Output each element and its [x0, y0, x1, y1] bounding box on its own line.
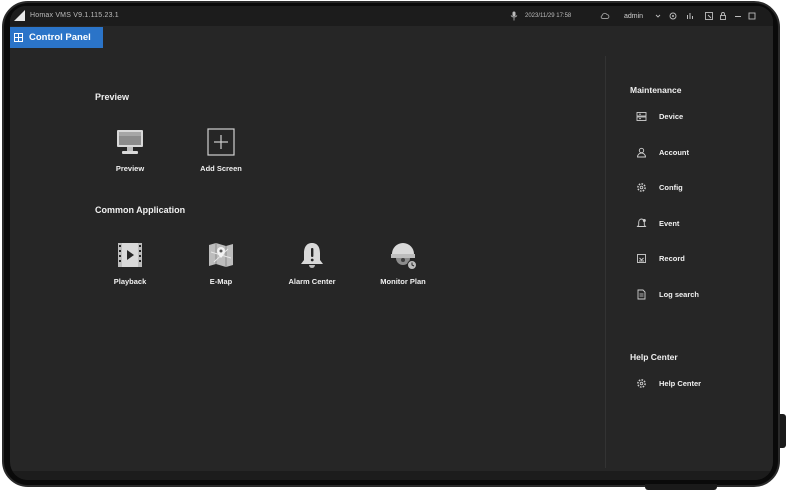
monitor-plan-tile[interactable]: Monitor Plan: [363, 240, 443, 286]
monitor-plan-label: Monitor Plan: [380, 277, 426, 286]
maintenance-item-label: Config: [659, 182, 683, 192]
preview-section-title: Preview: [95, 92, 130, 102]
preview-label: Preview: [115, 164, 145, 173]
minimize-icon[interactable]: [733, 11, 743, 21]
tab-control-panel-label: Control Panel: [29, 32, 91, 43]
tab-control-panel[interactable]: Control Panel: [10, 27, 103, 48]
maintenance-item-label: Log search: [659, 289, 700, 299]
add-screen-tile[interactable]: Add Screen: [181, 127, 261, 173]
maintenance-title: Maintenance: [630, 85, 682, 95]
e-map-tile[interactable]: E-Map: [181, 240, 261, 286]
add-screen-icon: [207, 128, 235, 156]
tablet-side-button: [780, 414, 786, 448]
event-bell-icon: [636, 218, 647, 227]
record-icon: [637, 253, 646, 263]
gear-icon: [637, 378, 646, 388]
chevron-down-icon[interactable]: [653, 11, 663, 21]
alarm-center-label: Alarm Center: [288, 277, 336, 286]
map-icon: [209, 243, 233, 267]
maintenance-item-label: Device: [659, 111, 684, 121]
title-bar: Homax VMS V9.1.115.23.1 2023/11/29 17:58…: [10, 6, 773, 26]
add-screen-label: Add Screen: [200, 164, 242, 173]
tablet-bottom-button: [645, 484, 717, 490]
status-bar: [10, 471, 773, 480]
maintenance-item-event[interactable]: Event: [636, 217, 679, 229]
maintenance-item-label: Event: [659, 218, 680, 228]
microphone-icon[interactable]: [510, 11, 518, 21]
cloud-icon[interactable]: [600, 11, 610, 21]
help-item-label: Help Center: [659, 378, 702, 388]
stats-icon[interactable]: [685, 11, 695, 21]
app-logo-icon: [14, 10, 25, 21]
playback-label: Playback: [113, 277, 147, 286]
datetime-display: 2023/11/29 17:58: [525, 13, 572, 19]
maintenance-item-config[interactable]: Config: [636, 181, 683, 193]
gear-icon: [637, 182, 646, 192]
settings-icon[interactable]: [668, 11, 678, 21]
lock-icon[interactable]: [718, 11, 728, 21]
camera-dome-icon: [391, 243, 417, 270]
monitor-icon: [117, 130, 143, 154]
help-item-help-center[interactable]: Help Center: [636, 377, 701, 389]
panel-divider: [605, 56, 606, 468]
alarm-bell-icon: [301, 243, 323, 268]
film-play-icon: [118, 243, 142, 267]
alarm-center-tile[interactable]: Alarm Center: [272, 240, 352, 286]
help-center-title: Help Center: [630, 352, 678, 362]
user-icon: [637, 147, 646, 157]
maintenance-item-label: Account: [659, 147, 689, 157]
maintenance-item-record[interactable]: Record: [636, 252, 685, 264]
window-restore-icon[interactable]: [704, 11, 714, 21]
maintenance-item-log-search[interactable]: Log search: [636, 288, 699, 300]
maintenance-item-account[interactable]: Account: [636, 146, 689, 158]
playback-tile[interactable]: Playback: [90, 240, 170, 286]
app-window: Homax VMS V9.1.115.23.1 2023/11/29 17:58…: [10, 6, 773, 480]
document-icon: [637, 289, 646, 299]
user-name[interactable]: admin: [624, 13, 643, 20]
maximize-icon[interactable]: [747, 11, 757, 21]
maintenance-item-label: Record: [659, 253, 685, 263]
grid-icon: [14, 33, 23, 42]
common-application-section-title: Common Application: [95, 205, 186, 215]
preview-tile[interactable]: Preview: [90, 127, 170, 173]
device-icon: [636, 111, 647, 121]
app-title: Homax VMS V9.1.115.23.1: [30, 12, 119, 19]
e-map-label: E-Map: [209, 277, 233, 286]
maintenance-item-device[interactable]: Device: [636, 110, 683, 122]
